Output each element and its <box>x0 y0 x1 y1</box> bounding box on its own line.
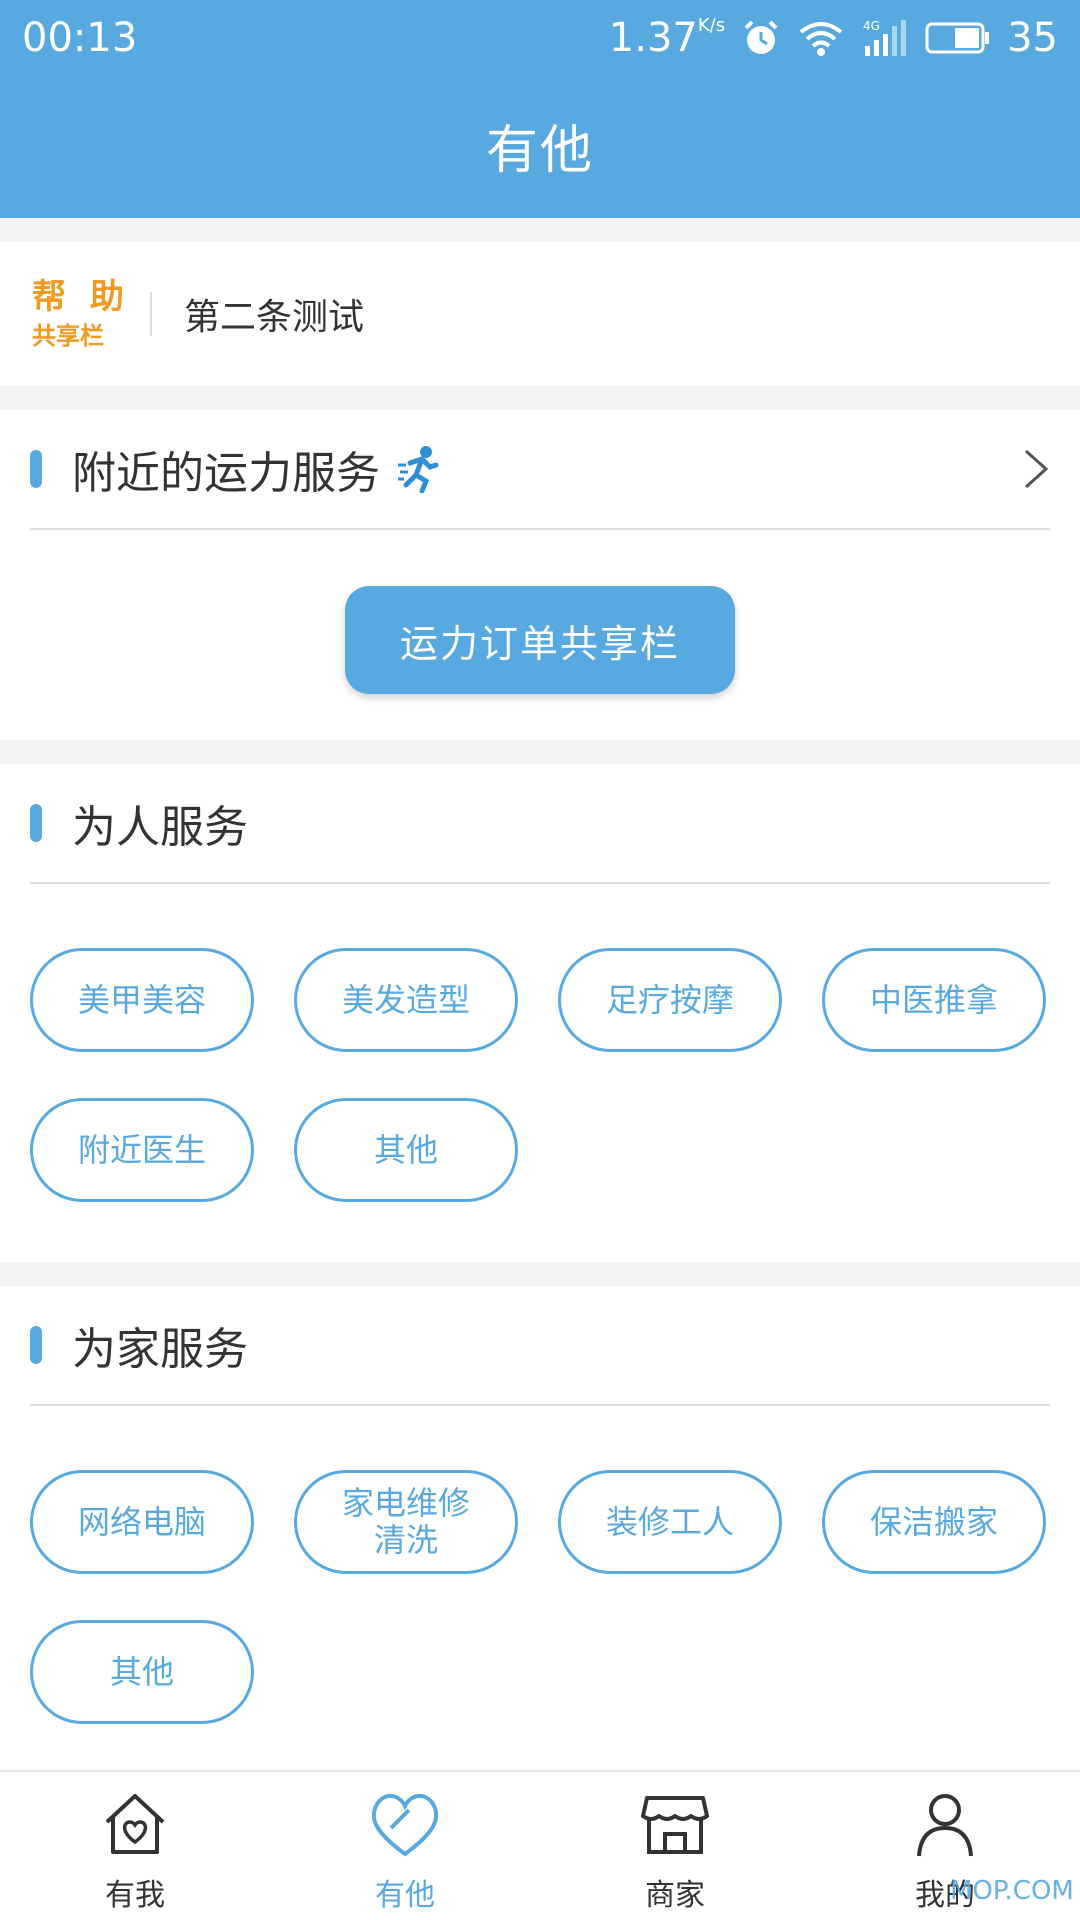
nav-item-youta[interactable]: 有他 <box>270 1772 540 1920</box>
tag-hair-styling[interactable]: 美发造型 <box>294 948 518 1052</box>
wifi-icon <box>799 22 843 56</box>
tag-foot-massage[interactable]: 足疗按摩 <box>558 948 782 1052</box>
notice-divider <box>150 292 152 336</box>
nav-label: 有他 <box>375 1878 435 1913</box>
tag-renovation-worker[interactable]: 装修工人 <box>558 1470 782 1574</box>
page-title: 有他 <box>485 121 594 181</box>
nearby-title: 附近的运力服务 <box>72 448 380 499</box>
network-speed-value: 1.37 <box>608 15 698 61</box>
top-bar: 00:13 1.37K/s 4G 35 有他 <box>0 0 1080 218</box>
network-speed: 1.37K/s <box>609 15 725 61</box>
for-people-section: 为人服务 美甲美容 美发造型 足疗按摩 中医推拿 附近医生 其他 <box>0 764 1080 1262</box>
transport-order-share-button[interactable]: 运力订单共享栏 <box>345 586 735 694</box>
tag-nearby-doctor[interactable]: 附近医生 <box>30 1098 254 1202</box>
signal-4g-icon: 4G <box>863 19 907 56</box>
status-right: 1.37K/s 4G 35 <box>609 15 1058 61</box>
chevron-right-icon[interactable] <box>1022 447 1050 491</box>
home-heart-icon <box>105 1794 165 1854</box>
nearby-section: 附近的运力服务 运力订单共享栏 <box>0 410 1080 740</box>
nav-item-youwo[interactable]: 有我 <box>0 1772 270 1920</box>
user-icon <box>917 1794 973 1857</box>
for-home-section: 为家服务 网络电脑 家电维修 清洗 装修工人 保洁搬家 其他 <box>0 1286 1080 1770</box>
nav-label: 有我 <box>105 1878 165 1913</box>
badge-bottom: 共享栏 <box>32 322 104 350</box>
section-marker <box>30 1326 42 1364</box>
status-time: 00:13 <box>22 15 138 61</box>
watermark: MOP.COM <box>950 1876 1074 1906</box>
for-people-title: 为人服务 <box>72 802 248 853</box>
tag-nail-beauty[interactable]: 美甲美容 <box>30 948 254 1052</box>
for-home-title: 为家服务 <box>72 1324 248 1375</box>
shop-icon <box>641 1796 709 1854</box>
badge-top: 帮 助 <box>32 277 130 317</box>
notice-bar[interactable]: 帮 助 共享栏 第二条测试 <box>0 242 1080 386</box>
bottom-nav: 有我 有他 商家 我的 <box>0 1770 1080 1920</box>
tag-appliance-repair[interactable]: 家电维修 清洗 <box>294 1470 518 1574</box>
notice-message[interactable]: 第二条测试 <box>184 288 364 340</box>
tag-cleaning-moving[interactable]: 保洁搬家 <box>822 1470 1046 1574</box>
help-share-badge: 帮 助 共享栏 <box>0 280 150 348</box>
heart-icon <box>371 1794 439 1857</box>
section-marker <box>30 450 42 488</box>
svg-text:4G: 4G <box>863 19 880 33</box>
section-marker <box>30 804 42 842</box>
nearby-header[interactable]: 附近的运力服务 <box>30 410 1050 530</box>
tag-network-computer[interactable]: 网络电脑 <box>30 1470 254 1574</box>
for-home-header: 为家服务 <box>30 1286 1050 1406</box>
battery-level: 35 <box>1007 15 1058 61</box>
network-speed-unit: K/s <box>697 15 726 36</box>
nav-item-shangjia[interactable]: 商家 <box>540 1772 810 1920</box>
status-bar: 00:13 1.37K/s 4G 35 <box>0 0 1080 76</box>
alarm-icon <box>744 20 778 54</box>
tag-other[interactable]: 其他 <box>294 1098 518 1202</box>
tag-tcm-massage[interactable]: 中医推拿 <box>822 948 1046 1052</box>
tag-other-home[interactable]: 其他 <box>30 1620 254 1724</box>
battery-icon <box>925 22 990 54</box>
nav-label: 商家 <box>645 1878 705 1913</box>
for-people-header: 为人服务 <box>30 764 1050 884</box>
running-icon <box>398 446 439 493</box>
